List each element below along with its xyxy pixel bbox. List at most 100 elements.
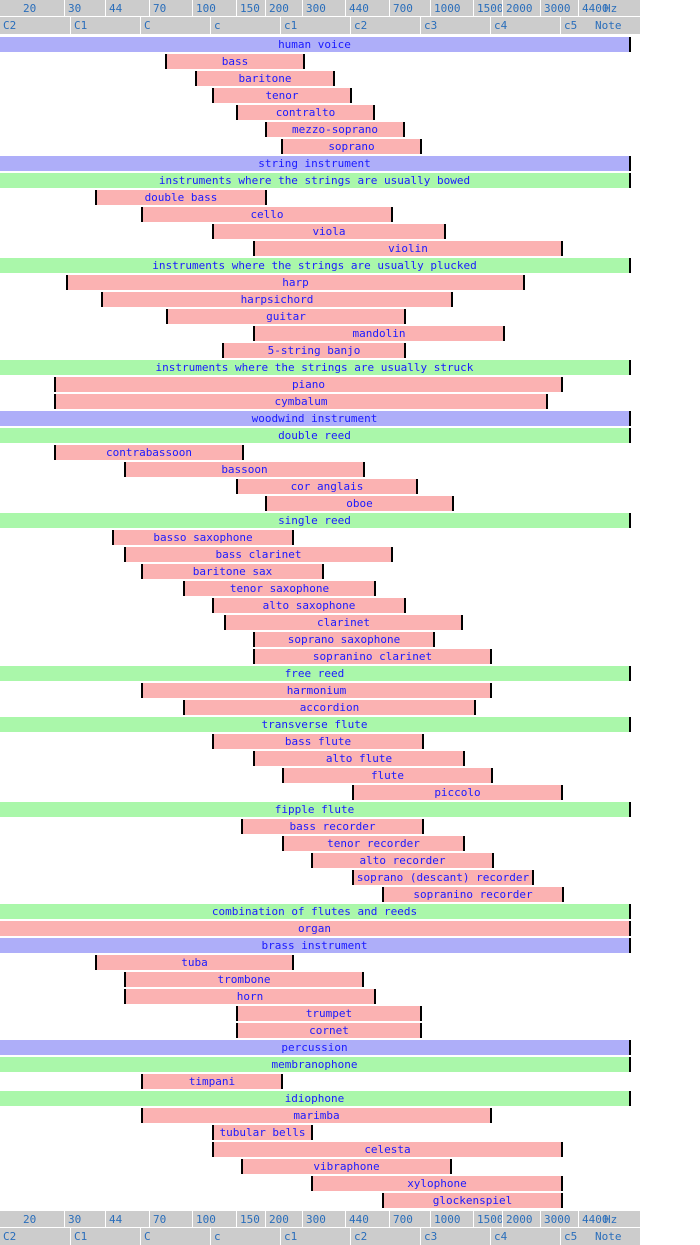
item-bar-piccolo: piccolo xyxy=(352,785,563,800)
bar-label: alto recorder xyxy=(359,854,446,867)
chart-row: idiophone xyxy=(0,1090,700,1107)
group-bar-double-reed: double reed xyxy=(0,428,631,443)
item-bar-tenor-recorder: tenor recorder xyxy=(282,836,465,851)
chart-row: soprano (descant) recorder xyxy=(0,869,700,886)
bar-label: harpsichord xyxy=(240,293,314,306)
chart-row: flute xyxy=(0,767,700,784)
bar-label: guitar xyxy=(266,310,306,323)
bar-label: instruments where the strings are usuall… xyxy=(155,361,474,374)
item-bar-horn: horn xyxy=(124,989,376,1004)
bar-label: soprano xyxy=(328,140,375,153)
bar-label: fipple flute xyxy=(274,803,355,816)
chart-row: soprano saxophone xyxy=(0,631,700,648)
chart-row: trumpet xyxy=(0,1005,700,1022)
item-bar-mandolin: mandolin xyxy=(253,326,505,341)
chart-row: percussion xyxy=(0,1039,700,1056)
chart-row: oboe xyxy=(0,495,700,512)
item-bar-oboe: oboe xyxy=(265,496,454,511)
chart-row: baritone xyxy=(0,70,700,87)
bar-label: soprano saxophone xyxy=(287,633,401,646)
item-bar-tuba: tuba xyxy=(95,955,294,970)
chart-row: bass recorder xyxy=(0,818,700,835)
chart-row: celesta xyxy=(0,1141,700,1158)
hz-tick-2000: 2000 xyxy=(502,1211,533,1228)
item-bar-organ: organ xyxy=(0,921,631,936)
hz-tick-3000: 3000 xyxy=(540,0,571,17)
bar-label: cello xyxy=(250,208,284,221)
item-bar-double-bass: double bass xyxy=(95,190,267,205)
chart-row: sopranino clarinet xyxy=(0,648,700,665)
chart-row: free reed xyxy=(0,665,700,682)
item-bar-tubular-bells: tubular bells xyxy=(212,1125,313,1140)
item-bar-timpani: timpani xyxy=(141,1074,283,1089)
chart-row: contralto xyxy=(0,104,700,121)
item-bar-clarinet: clarinet xyxy=(224,615,463,630)
bar-label: cor anglais xyxy=(290,480,364,493)
chart-row: string instrument xyxy=(0,155,700,172)
chart-row: harpsichord xyxy=(0,291,700,308)
chart-row: harmonium xyxy=(0,682,700,699)
chart-row: combination of flutes and reeds xyxy=(0,903,700,920)
item-bar-contrabassoon: contrabassoon xyxy=(54,445,244,460)
item-bar-flute: flute xyxy=(282,768,493,783)
chart-row: alto recorder xyxy=(0,852,700,869)
top-hz-axis: 20 30 44 70 100 150 200 300 440 700 1000 1500 2000 30… xyxy=(0,0,640,17)
item-bar-accordion: accordion xyxy=(183,700,476,715)
note-tick-c4: c4 xyxy=(490,17,507,34)
hz-tick-44: 44 xyxy=(105,0,122,17)
bar-label: cymbalum xyxy=(274,395,328,408)
bar-label: mezzo-soprano xyxy=(291,123,379,136)
chart-row: transverse flute xyxy=(0,716,700,733)
bar-label: bass clarinet xyxy=(215,548,302,561)
item-bar-trombone: trombone xyxy=(124,972,364,987)
item-bar-bassoon: bassoon xyxy=(124,462,365,477)
item-bar-piano: piano xyxy=(54,377,563,392)
item-bar-harmonium: harmonium xyxy=(141,683,492,698)
item-bar-baritone: baritone xyxy=(195,71,335,86)
item-bar-celesta: celesta xyxy=(212,1142,563,1157)
chart-row: piccolo xyxy=(0,784,700,801)
item-bar-cello: cello xyxy=(141,207,393,222)
family-bar-brass-instrument: brass instrument xyxy=(0,938,631,953)
item-bar-soprano-saxophone: soprano saxophone xyxy=(253,632,435,647)
chart-row: tenor saxophone xyxy=(0,580,700,597)
hz-tick-44: 44 xyxy=(105,1211,122,1228)
bar-label: clarinet xyxy=(317,616,370,629)
group-bar-instruments-where-the-strings-are-usually-plucked: instruments where the strings are usuall… xyxy=(0,258,631,273)
chart-row: membranophone xyxy=(0,1056,700,1073)
hz-tick-2000: 2000 xyxy=(502,0,533,17)
bar-label: marimba xyxy=(293,1109,340,1122)
item-bar-5-string-banjo: 5-string banjo xyxy=(222,343,406,358)
bar-label: instruments where the strings are usuall… xyxy=(158,174,471,187)
note-tick-c5: c5 xyxy=(560,1228,577,1245)
chart-row: brass instrument xyxy=(0,937,700,954)
chart-row: sopranino recorder xyxy=(0,886,700,903)
item-bar-cymbalum: cymbalum xyxy=(54,394,548,409)
chart-row: 5-string banjo xyxy=(0,342,700,359)
chart-row: woodwind instrument xyxy=(0,410,700,427)
note-tick-c: c xyxy=(210,17,221,34)
bar-label: tenor recorder xyxy=(327,837,420,850)
item-bar-mezzo-soprano: mezzo-soprano xyxy=(265,122,405,137)
bar-label: bass flute xyxy=(284,735,352,748)
chart-row: clarinet xyxy=(0,614,700,631)
item-bar-tenor-saxophone: tenor saxophone xyxy=(183,581,376,596)
bar-label: violin xyxy=(388,242,428,255)
chart-row: tubular bells xyxy=(0,1124,700,1141)
hz-tick-70: 70 xyxy=(149,1211,166,1228)
hz-tick-70: 70 xyxy=(149,0,166,17)
bar-label: cornet xyxy=(309,1024,349,1037)
bar-label: organ xyxy=(297,922,332,935)
family-bar-string-instrument: string instrument xyxy=(0,156,631,171)
hz-tick-100: 100 xyxy=(192,1211,216,1228)
group-bar-single-reed: single reed xyxy=(0,513,631,528)
chart-row: tenor recorder xyxy=(0,835,700,852)
item-bar-cornet: cornet xyxy=(236,1023,422,1038)
hz-tick-200: 200 xyxy=(265,0,289,17)
chart-row: tuba xyxy=(0,954,700,971)
chart-row: alto saxophone xyxy=(0,597,700,614)
bar-label: sopranino recorder xyxy=(413,888,533,901)
chart-row: marimba xyxy=(0,1107,700,1124)
note-tick-c5: c5 xyxy=(560,17,577,34)
bar-label: piccolo xyxy=(434,786,481,799)
